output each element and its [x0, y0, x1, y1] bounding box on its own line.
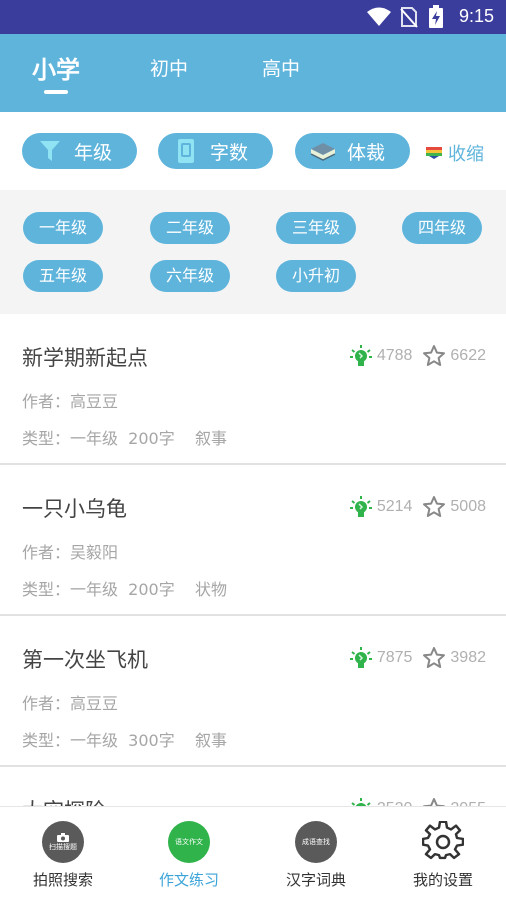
essay-icon: 语文作文 [168, 821, 210, 863]
star-icon[interactable] [422, 495, 446, 519]
filter-label: 体裁 [347, 141, 386, 164]
essay-title: 一只小乌龟 [22, 497, 127, 521]
essay-stats: 4788 6622 [349, 344, 486, 368]
nav-label: 汉字词典 [285, 871, 346, 889]
no-sim-icon [400, 7, 418, 28]
lightbulb-icon [351, 798, 371, 806]
nav-my-settings[interactable]: 我的设置 [380, 807, 506, 900]
essay-stats: 2520 2055 [349, 797, 486, 806]
book-icon [309, 137, 337, 165]
tab-label: 小学 [32, 56, 80, 84]
grade-chip[interactable]: 二年级 [150, 212, 230, 244]
essay-title: 新学期新起点 [22, 346, 148, 370]
clock: 9:15 [458, 6, 494, 26]
nav-label: 作文练习 [158, 871, 219, 889]
essay-meta: 类型：一年级 200字 状物 [22, 580, 228, 599]
essay-meta: 类型：一年级 200字 叙事 [22, 429, 228, 448]
essay-list-item[interactable]: 太空探险 2520 2055 [0, 767, 506, 806]
active-tab-indicator [44, 90, 68, 94]
essay-author: 作者：高豆豆 [22, 694, 119, 713]
level-tab-bar: 小学 初中 高中 [0, 34, 506, 112]
gear-icon [422, 821, 464, 860]
dictionary-icon: 成语查找 [295, 821, 337, 863]
grade-chip[interactable]: 五年级 [23, 260, 103, 292]
nav-icon-caption: 扫描搜题 [49, 842, 77, 851]
genre-filter-button[interactable]: 体裁 [295, 133, 410, 169]
funnel-icon [36, 137, 64, 165]
grade-chip[interactable]: 一年级 [23, 212, 103, 244]
grade-filter-button[interactable]: 年级 [22, 133, 137, 169]
essay-author: 作者：高豆豆 [22, 392, 119, 411]
filter-bar: 年级 字数 体裁 收缩 [0, 112, 506, 190]
lightbulb-icon [349, 496, 372, 517]
filter-label: 字数 [210, 141, 249, 164]
grade-chip[interactable]: 六年级 [150, 260, 230, 292]
filter-label: 年级 [74, 141, 113, 164]
bottom-navigation: 扫描搜题 拍照搜索 语文作文 作文练习 成语查找 汉字词典 我的设置 [0, 806, 506, 900]
wifi-icon [367, 7, 391, 26]
star-count: 3982 [450, 649, 486, 666]
essay-list-item[interactable]: 第一次坐飞机 7875 3982 作者：高豆豆 类型：一年级 300字 叙事 [0, 616, 506, 767]
essay-stats: 7875 3982 [349, 646, 486, 670]
status-bar: 9:15 [0, 0, 506, 34]
view-count: 4788 [376, 347, 413, 364]
tab-primary-school[interactable]: 小学 [32, 50, 80, 94]
nav-icon-caption: 成语查找 [302, 838, 330, 846]
nav-icon-caption: 语文作文 [175, 838, 203, 846]
grade-chip-panel: 一年级 二年级 三年级 四年级 五年级 六年级 小升初 [0, 190, 506, 314]
essay-list: 新学期新起点 4788 6622 作者：高豆豆 类型：一年级 200字 叙事 一… [0, 314, 506, 806]
rainbow-triangle-icon [426, 147, 442, 159]
tab-label: 高中 [262, 58, 301, 80]
camera-search-icon: 扫描搜题 [42, 821, 84, 863]
grade-chip[interactable]: 三年级 [276, 212, 356, 244]
star-icon[interactable] [422, 344, 446, 368]
word-count-filter-button[interactable]: 字数 [158, 133, 273, 169]
tab-label: 初中 [150, 58, 189, 80]
tab-senior-high[interactable]: 高中 [262, 54, 300, 81]
battery-charging-icon [429, 5, 443, 28]
essay-author: 作者：吴毅阳 [22, 543, 119, 562]
star-icon[interactable] [422, 646, 446, 670]
star-icon[interactable] [422, 797, 446, 806]
essay-stats: 5214 5008 [349, 495, 486, 519]
lightbulb-icon [349, 647, 372, 668]
document-icon [172, 137, 200, 165]
nav-essay-practice[interactable]: 语文作文 作文练习 [126, 807, 252, 900]
collapse-label: 收缩 [448, 144, 484, 165]
essay-title: 第一次坐飞机 [22, 648, 148, 672]
view-count: 5214 [376, 498, 413, 515]
essay-meta: 类型：一年级 300字 叙事 [22, 731, 228, 750]
tab-junior-high[interactable]: 初中 [150, 54, 188, 81]
nav-chinese-dictionary[interactable]: 成语查找 汉字词典 [253, 807, 379, 900]
collapse-filters-button[interactable]: 收缩 [426, 140, 484, 166]
grade-chip[interactable]: 四年级 [402, 212, 482, 244]
nav-photo-search[interactable]: 扫描搜题 拍照搜索 [0, 807, 126, 900]
star-count: 6622 [450, 347, 486, 364]
grade-chip[interactable]: 小升初 [276, 260, 356, 292]
nav-label: 我的设置 [412, 871, 473, 889]
essay-list-item[interactable]: 一只小乌龟 5214 5008 作者：吴毅阳 类型：一年级 200字 状物 [0, 465, 506, 616]
star-count: 5008 [450, 498, 486, 515]
nav-label: 拍照搜索 [32, 871, 93, 889]
essay-title: 太空探险 [22, 795, 106, 806]
lightbulb-icon [349, 345, 372, 366]
essay-list-item[interactable]: 新学期新起点 4788 6622 作者：高豆豆 类型：一年级 200字 叙事 [0, 314, 506, 465]
view-count: 7875 [376, 649, 413, 666]
